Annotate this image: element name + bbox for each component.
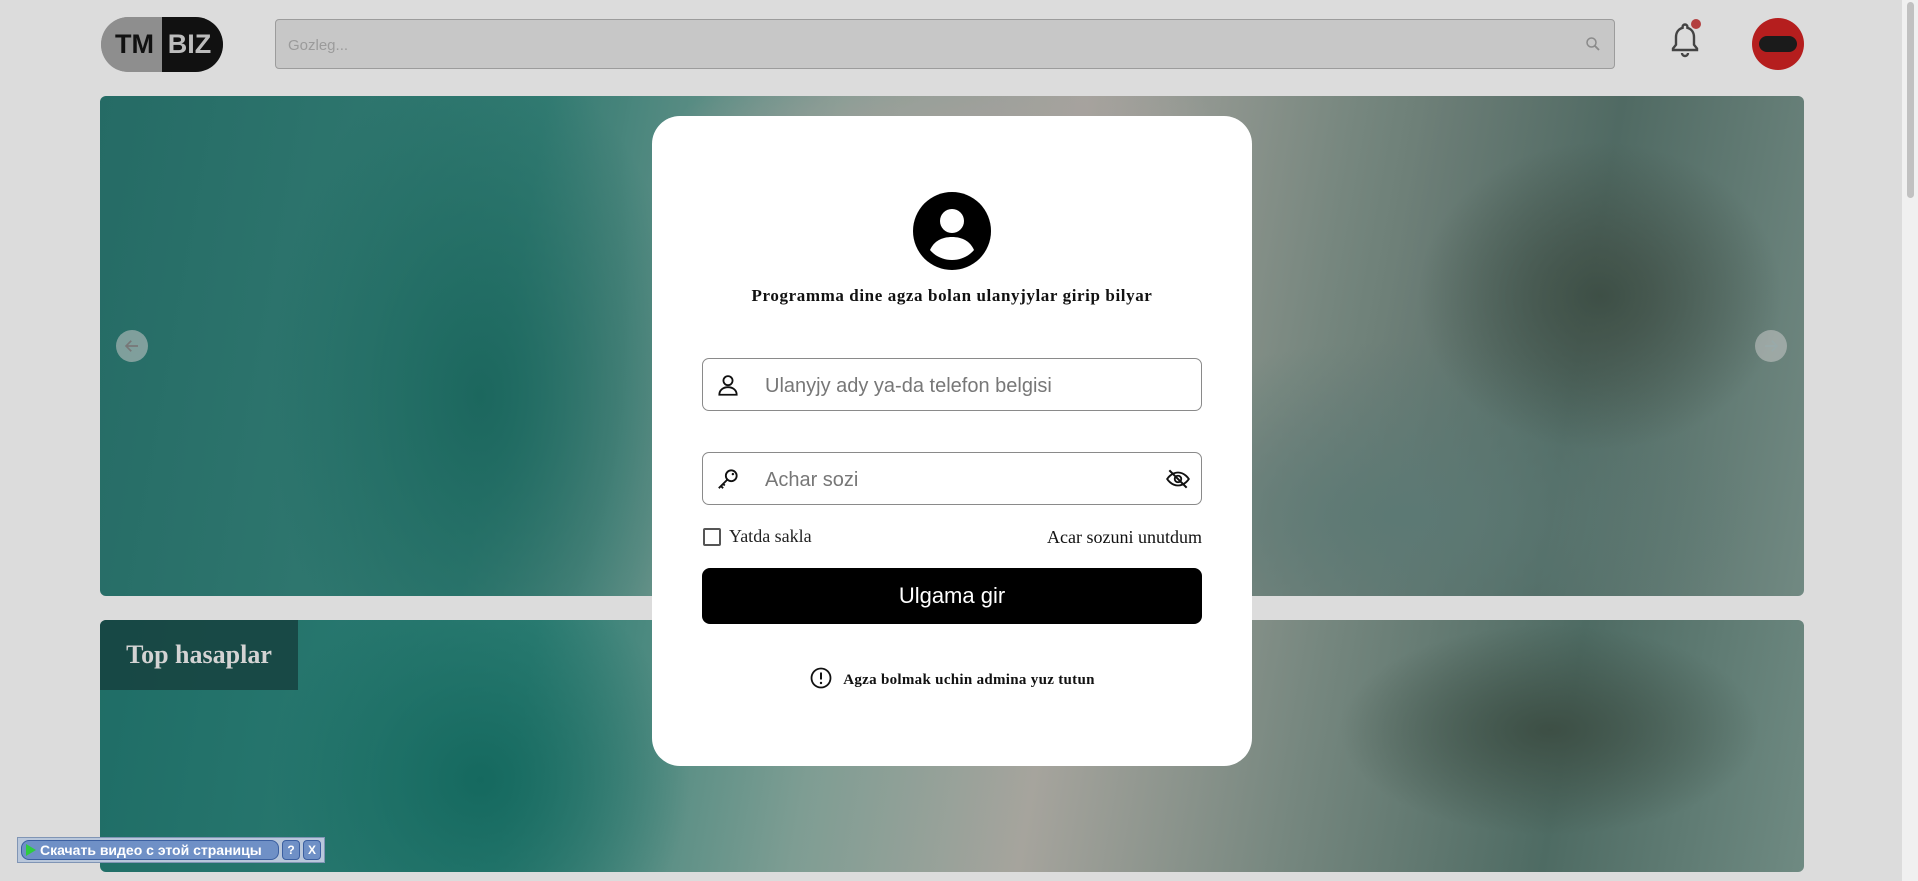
download-close-button[interactable]: X xyxy=(303,840,321,860)
remember-me[interactable]: Yatda sakla xyxy=(703,526,812,547)
remember-checkbox[interactable] xyxy=(703,527,721,546)
password-field[interactable] xyxy=(702,452,1202,505)
user-icon xyxy=(715,372,741,403)
login-title: Programma dine agza bolan ulanyjylar gir… xyxy=(751,286,1153,305)
username-input[interactable] xyxy=(763,371,1147,401)
password-input[interactable] xyxy=(763,465,1147,495)
download-video-label: Скачать видео с этой страницы xyxy=(40,842,262,858)
download-video-bar: Скачать видео с этой страницы ? X xyxy=(17,837,325,863)
membership-note: Agza bolmak uchin admina yuz tutun xyxy=(652,666,1252,695)
forgot-password-link[interactable]: Acar sozuni unutdum xyxy=(1047,527,1202,548)
remember-label[interactable]: Yatda sakla xyxy=(729,526,812,547)
page-scrollbar[interactable] xyxy=(1902,0,1918,881)
scrollbar-thumb[interactable] xyxy=(1907,2,1914,198)
play-icon xyxy=(26,844,36,856)
eye-off-icon[interactable] xyxy=(1165,466,1191,497)
login-button[interactable]: Ulgama gir xyxy=(702,568,1202,624)
info-icon xyxy=(809,666,833,695)
username-field[interactable] xyxy=(702,358,1202,411)
download-video-button[interactable]: Скачать видео с этой страницы xyxy=(21,840,279,860)
membership-note-text: Agza bolmak uchin admina yuz tutun xyxy=(843,672,1095,688)
login-modal: Programma dine agza bolan ulanyjylar gir… xyxy=(652,116,1252,766)
user-circle-icon xyxy=(913,192,991,275)
download-help-button[interactable]: ? xyxy=(282,840,300,860)
key-icon xyxy=(715,466,741,497)
